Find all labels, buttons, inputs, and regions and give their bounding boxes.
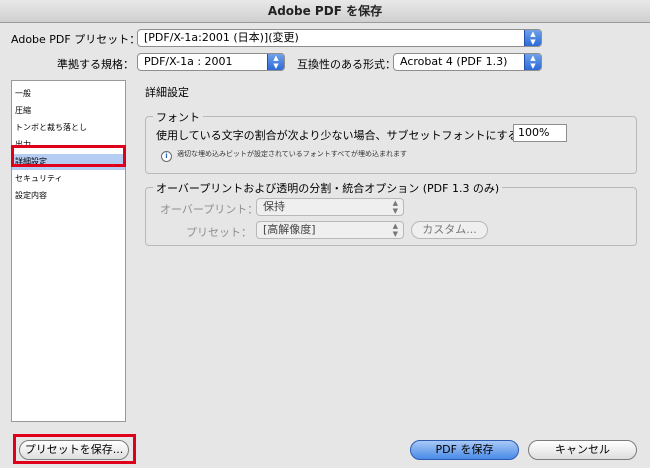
sidebar-item-compression[interactable]: 圧縮 — [12, 103, 125, 119]
fonts-info-text: 適切な埋め込みビットが設定されているフォントすべてが埋め込まれます — [177, 150, 408, 158]
panel-title: 詳細設定 — [145, 86, 189, 99]
updown-arrows-icon: ▲ ▼ — [524, 30, 541, 46]
sidebar-item-summary[interactable]: 設定内容 — [12, 188, 125, 204]
updown-arrows-icon: ▲ ▼ — [524, 54, 541, 70]
info-icon: i — [161, 151, 172, 162]
overprint-value: 保持 — [263, 200, 285, 213]
flatten-preset-value: [高解像度] — [263, 223, 316, 236]
standard-label: 準拠する規格： — [57, 58, 134, 71]
subset-label: 使用している文字の割合が次より少ない場合、サブセットフォントにする： — [156, 129, 530, 142]
fonts-group-title: フォント — [153, 109, 203, 125]
compat-select[interactable]: Acrobat 4 (PDF 1.3) ▲ ▼ — [393, 53, 542, 71]
flatten-preset-select[interactable]: [高解像度] ▲ ▼ — [256, 221, 404, 239]
standard-select[interactable]: PDF/X-1a : 2001 ▲ ▼ — [137, 53, 285, 71]
compat-value: Acrobat 4 (PDF 1.3) — [400, 55, 508, 68]
updown-arrows-icon: ▲ ▼ — [392, 222, 398, 238]
overprint-label: オーバープリント： — [160, 203, 259, 216]
custom-button[interactable]: カスタム... — [411, 221, 488, 239]
updown-arrows-icon: ▲ ▼ — [392, 199, 398, 215]
preset-value: [PDF/X-1a:2001 (日本)](変更) — [144, 31, 299, 44]
flatten-preset-label: プリセット： — [186, 226, 252, 239]
highlight-box-save-preset — [13, 434, 136, 464]
sidebar-item-security[interactable]: セキュリティ — [12, 171, 125, 187]
updown-arrows-icon: ▲ ▼ — [267, 54, 284, 70]
save-pdf-button[interactable]: PDF を保存 — [410, 440, 519, 460]
compat-label: 互換性のある形式： — [297, 58, 396, 71]
preset-select[interactable]: [PDF/X-1a:2001 (日本)](変更) ▲ ▼ — [137, 29, 542, 47]
highlight-box-advanced — [11, 145, 126, 167]
window-title: Adobe PDF を保存 — [0, 0, 650, 23]
cancel-button[interactable]: キャンセル — [528, 440, 637, 460]
subset-percent-field[interactable]: 100% — [513, 124, 567, 142]
overprint-select[interactable]: 保持 ▲ ▼ — [256, 198, 404, 216]
sidebar-item-general[interactable]: 一般 — [12, 86, 125, 102]
sidebar-item-marks-bleeds[interactable]: トンボと裁ち落とし — [12, 120, 125, 136]
standard-value: PDF/X-1a : 2001 — [144, 55, 233, 68]
sidebar: 一般 圧縮 トンボと裁ち落とし 出力 詳細設定 セキュリティ 設定内容 — [11, 80, 126, 422]
preset-label: Adobe PDF プリセット： — [11, 33, 141, 46]
overprint-group-title: オーバープリントおよび透明の分割・統合オプション (PDF 1.3 のみ) — [153, 180, 503, 196]
